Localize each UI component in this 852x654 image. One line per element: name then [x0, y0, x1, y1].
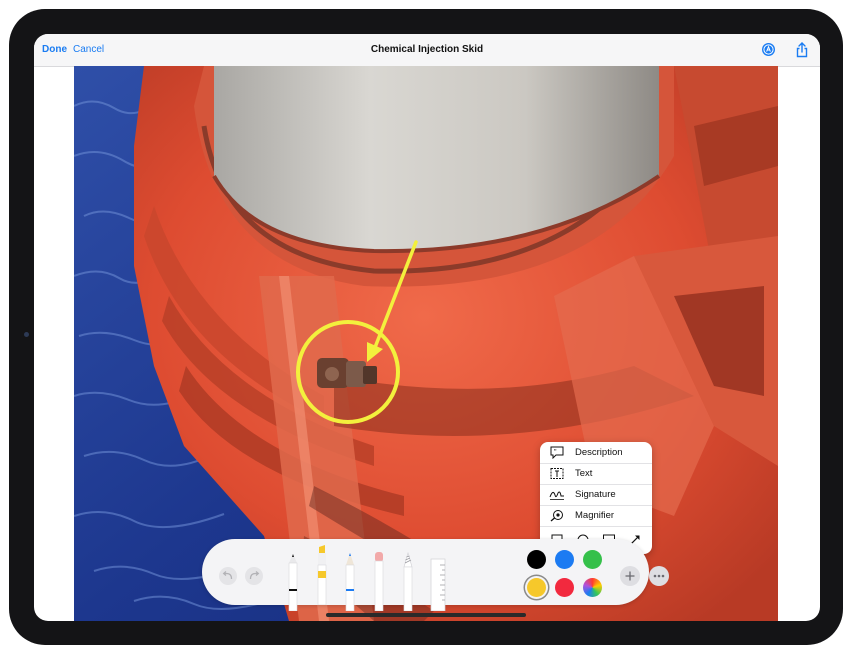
highlighter-icon	[317, 545, 327, 606]
color-red[interactable]	[555, 578, 574, 597]
eraser-tool[interactable]	[368, 549, 390, 612]
magnifier-icon	[550, 510, 563, 522]
color-blue[interactable]	[555, 550, 574, 569]
markup-pen-icon[interactable]	[762, 43, 775, 56]
pen-icon	[288, 554, 298, 612]
redo-button[interactable]	[245, 567, 263, 585]
document-title: Chemical Injection Skid	[370, 44, 484, 55]
color-black[interactable]	[527, 550, 546, 569]
signature-icon	[549, 491, 564, 500]
redo-icon	[249, 571, 260, 580]
add-menu-popover: " Description Text Signature Magnifier	[540, 442, 652, 554]
ellipsis-icon	[653, 574, 665, 578]
highlighter-tool[interactable]	[311, 543, 333, 606]
pencil-tool[interactable]	[339, 549, 361, 612]
undo-icon	[222, 571, 233, 580]
menu-item-label: Text	[575, 468, 593, 479]
lasso-tool[interactable]	[397, 549, 419, 612]
pen-tool[interactable]	[282, 549, 304, 612]
menu-item-label: Signature	[575, 489, 616, 500]
home-indicator	[326, 613, 526, 617]
inspection-photo[interactable]	[74, 66, 778, 621]
ruler-icon	[430, 558, 446, 612]
front-camera	[24, 332, 29, 337]
ruler-tool[interactable]	[427, 549, 449, 612]
color-yellow[interactable]	[527, 578, 546, 597]
plus-icon	[625, 571, 635, 581]
eraser-icon	[374, 552, 384, 612]
pencil-icon	[345, 553, 355, 612]
menu-item-label: Magnifier	[575, 510, 615, 521]
text-box-icon	[550, 468, 564, 479]
color-green[interactable]	[583, 550, 602, 569]
navigation-bar: Done Cancel Chemical Injection Skid	[34, 34, 820, 67]
menu-item-description[interactable]: " Description	[540, 442, 652, 464]
menu-item-magnifier[interactable]: Magnifier	[540, 505, 652, 527]
menu-item-label: Description	[575, 447, 623, 458]
lasso-icon	[403, 551, 413, 612]
undo-button[interactable]	[219, 567, 237, 585]
screen: Done Cancel Chemical Injection Skid " De…	[34, 34, 820, 621]
add-button[interactable]	[620, 566, 640, 586]
photo-canvas	[74, 66, 778, 621]
color-picker-multicolor[interactable]	[583, 578, 602, 597]
share-icon[interactable]	[795, 42, 809, 58]
speech-bubble-quote-icon: "	[550, 446, 564, 459]
menu-item-text[interactable]: Text	[540, 463, 652, 485]
more-button[interactable]	[649, 566, 669, 586]
markup-toolbar	[202, 539, 669, 612]
menu-item-signature[interactable]: Signature	[540, 484, 652, 506]
